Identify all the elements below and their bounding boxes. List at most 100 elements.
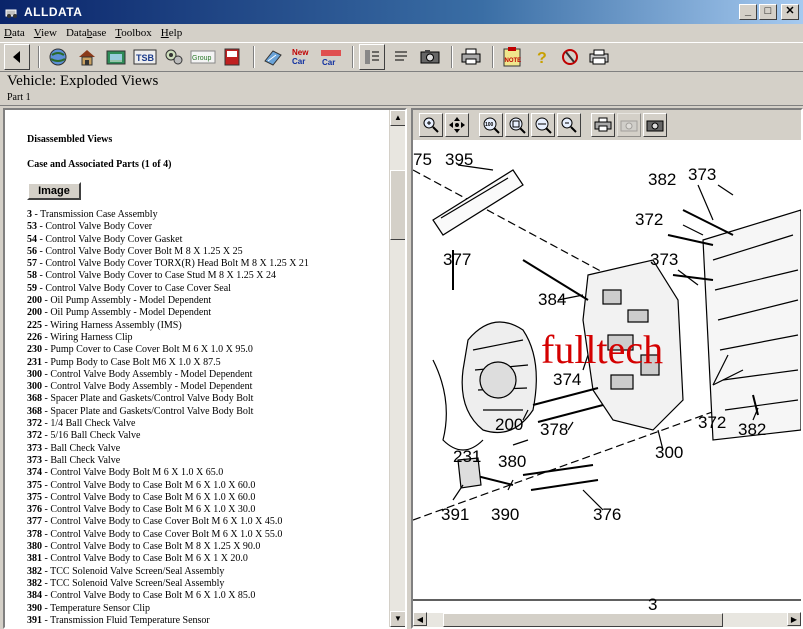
part-row[interactable]: 376 - Control Valve Body to Case Bolt M … — [27, 504, 387, 516]
part-row[interactable]: 53 - Control Valve Body Cover — [27, 221, 387, 233]
scroll-left-icon[interactable]: ◀ — [413, 612, 427, 626]
copy-button[interactable] — [617, 113, 641, 137]
home-button[interactable] — [74, 44, 100, 70]
callout-label[interactable]: 380 — [498, 452, 526, 471]
back-button[interactable] — [4, 44, 30, 70]
part-row[interactable]: 391 - Transmission Fluid Temperature Sen… — [27, 615, 387, 627]
new-car-button[interactable]: New Car — [289, 44, 315, 70]
globe-button[interactable] — [45, 44, 71, 70]
part-row[interactable]: 380 - Control Valve Body to Case Bolt M … — [27, 541, 387, 553]
zoom-in-button[interactable] — [419, 113, 443, 137]
exploded-view-diagram[interactable]: 75 395 382 373 372 373 377 384 374 200 378 380 231 30… — [413, 140, 801, 614]
diagram-camera-button[interactable] — [643, 113, 667, 137]
menu-toolbox[interactable]: Toolbox — [115, 27, 152, 39]
part-row[interactable]: 3 - Transmission Case Assembly — [27, 209, 387, 221]
part-row[interactable]: 374 - Control Valve Body Bolt M 6 X 1.0 … — [27, 467, 387, 479]
callout-label[interactable]: 382 — [738, 420, 766, 439]
note-button[interactable]: NOTE — [499, 44, 525, 70]
part-row[interactable]: 381 - Control Valve Body to Case Bolt M … — [27, 553, 387, 565]
part-row[interactable]: 372 - 5/16 Ball Check Valve — [27, 430, 387, 442]
zoom-window-button[interactable] — [531, 113, 555, 137]
callout-label[interactable]: 3 — [648, 595, 657, 614]
callout-label[interactable]: 372 — [635, 210, 663, 229]
scroll-up-icon[interactable]: ▲ — [390, 110, 405, 126]
exit-button[interactable] — [557, 44, 583, 70]
car-button[interactable]: Car — [318, 44, 344, 70]
parts-text-pane[interactable]: Disassembled Views Case and Associated P… — [3, 108, 407, 629]
scroll-down-icon[interactable]: ▼ — [390, 611, 405, 627]
part-row[interactable]: 59 - Control Valve Body Cover to Case Co… — [27, 283, 387, 295]
callout-label[interactable]: 231 — [453, 447, 481, 466]
close-button[interactable]: ✕ — [781, 4, 799, 20]
menu-database[interactable]: Database — [66, 27, 106, 39]
callout-label[interactable]: 395 — [445, 150, 473, 169]
part-row[interactable]: 300 - Control Valve Body Assembly - Mode… — [27, 381, 387, 393]
part-row[interactable]: 200 - Oil Pump Assembly - Model Dependen… — [27, 295, 387, 307]
part-row[interactable]: 372 - 1/4 Ball Check Valve — [27, 418, 387, 430]
spec-button[interactable] — [260, 44, 286, 70]
part-row[interactable]: 378 - Control Valve Body to Case Cover B… — [27, 529, 387, 541]
part-row[interactable]: 300 - Control Valve Body Assembly - Mode… — [27, 369, 387, 381]
menu-help[interactable]: Help — [161, 27, 182, 39]
part-row[interactable]: 200 - Oil Pump Assembly - Model Dependen… — [27, 307, 387, 319]
part-row[interactable]: 373 - Ball Check Valve — [27, 455, 387, 467]
part-row[interactable]: 368 - Spacer Plate and Gaskets/Control V… — [27, 406, 387, 418]
book-button[interactable] — [219, 44, 245, 70]
scroll-right-icon[interactable]: ▶ — [787, 612, 801, 626]
callout-label[interactable]: 75 — [413, 150, 432, 169]
part-row[interactable]: 225 - Wiring Harness Assembly (IMS) — [27, 320, 387, 332]
part-row[interactable]: 231 - Pump Body to Case Bolt M6 X 1.0 X … — [27, 357, 387, 369]
part-row[interactable]: 382 - TCC Solenoid Valve Screen/Seal Ass… — [27, 578, 387, 590]
vertical-scrollbar[interactable]: ▲ ▼ — [389, 110, 405, 627]
part-row[interactable]: 390 - Temperature Sensor Clip — [27, 603, 387, 615]
part-row[interactable]: 226 - Wiring Harness Clip — [27, 332, 387, 344]
components-button[interactable] — [161, 44, 187, 70]
camera-button[interactable] — [417, 44, 443, 70]
title-bar[interactable]: ALLDATA _ □ ✕ — [0, 0, 803, 24]
scroll-thumb[interactable] — [390, 170, 405, 240]
part-row[interactable]: 373 - Ball Check Valve — [27, 443, 387, 455]
tsb-button[interactable]: TSB — [132, 44, 158, 70]
part-row[interactable]: 377 - Control Valve Body to Case Cover B… — [27, 516, 387, 528]
callout-label[interactable]: 378 — [540, 420, 568, 439]
scroll-thumb[interactable] — [443, 613, 723, 627]
zoom-100-button[interactable]: 100 — [479, 113, 503, 137]
zoom-out-button[interactable] — [557, 113, 581, 137]
group-button[interactable]: Group — [190, 44, 216, 70]
image-button[interactable]: Image — [27, 182, 81, 200]
part-row[interactable]: 384 - Control Valve Body to Case Bolt M … — [27, 590, 387, 602]
maximize-button[interactable]: □ — [759, 4, 777, 20]
part-row[interactable]: 230 - Pump Cover to Case Cover Bolt M 6 … — [27, 344, 387, 356]
menu-data[interactable]: Data — [4, 27, 25, 39]
part-row[interactable]: 57 - Control Valve Body Cover TORX(R) He… — [27, 258, 387, 270]
callout-label[interactable]: 390 — [491, 505, 519, 524]
callout-label[interactable]: 376 — [593, 505, 621, 524]
part-row[interactable]: 368 - Spacer Plate and Gaskets/Control V… — [27, 393, 387, 405]
callout-label[interactable]: 391 — [441, 505, 469, 524]
part-row[interactable]: 382 - TCC Solenoid Valve Screen/Seal Ass… — [27, 566, 387, 578]
menu-view[interactable]: View — [34, 27, 57, 39]
zoom-fit-button[interactable] — [505, 113, 529, 137]
part-row[interactable]: 54 - Control Valve Body Cover Gasket — [27, 234, 387, 246]
pan-button[interactable] — [445, 113, 469, 137]
callout-label[interactable]: 384 — [538, 290, 566, 309]
view-full-button[interactable] — [359, 44, 385, 70]
vehicle-button[interactable] — [103, 44, 129, 70]
printer-setup-button[interactable] — [586, 44, 612, 70]
diagram-print-button[interactable] — [591, 113, 615, 137]
help-button[interactable]: ? — [528, 44, 554, 70]
part-row[interactable]: 58 - Control Valve Body Cover to Case St… — [27, 270, 387, 282]
minimize-button[interactable]: _ — [739, 4, 757, 20]
callout-label[interactable]: 372 — [698, 413, 726, 432]
callout-label[interactable]: 382 — [648, 170, 676, 189]
callout-label[interactable]: 373 — [650, 250, 678, 269]
view-text-button[interactable] — [388, 44, 414, 70]
callout-label[interactable]: 200 — [495, 415, 523, 434]
print-button[interactable] — [458, 44, 484, 70]
part-row[interactable]: 56 - Control Valve Body Cover Bolt M 8 X… — [27, 246, 387, 258]
callout-label[interactable]: 373 — [688, 165, 716, 184]
callout-label[interactable]: 374 — [553, 370, 581, 389]
part-row[interactable]: 375 - Control Valve Body to Case Bolt M … — [27, 480, 387, 492]
callout-label[interactable]: 377 — [443, 250, 471, 269]
part-row[interactable]: 375 - Control Valve Body to Case Bolt M … — [27, 492, 387, 504]
